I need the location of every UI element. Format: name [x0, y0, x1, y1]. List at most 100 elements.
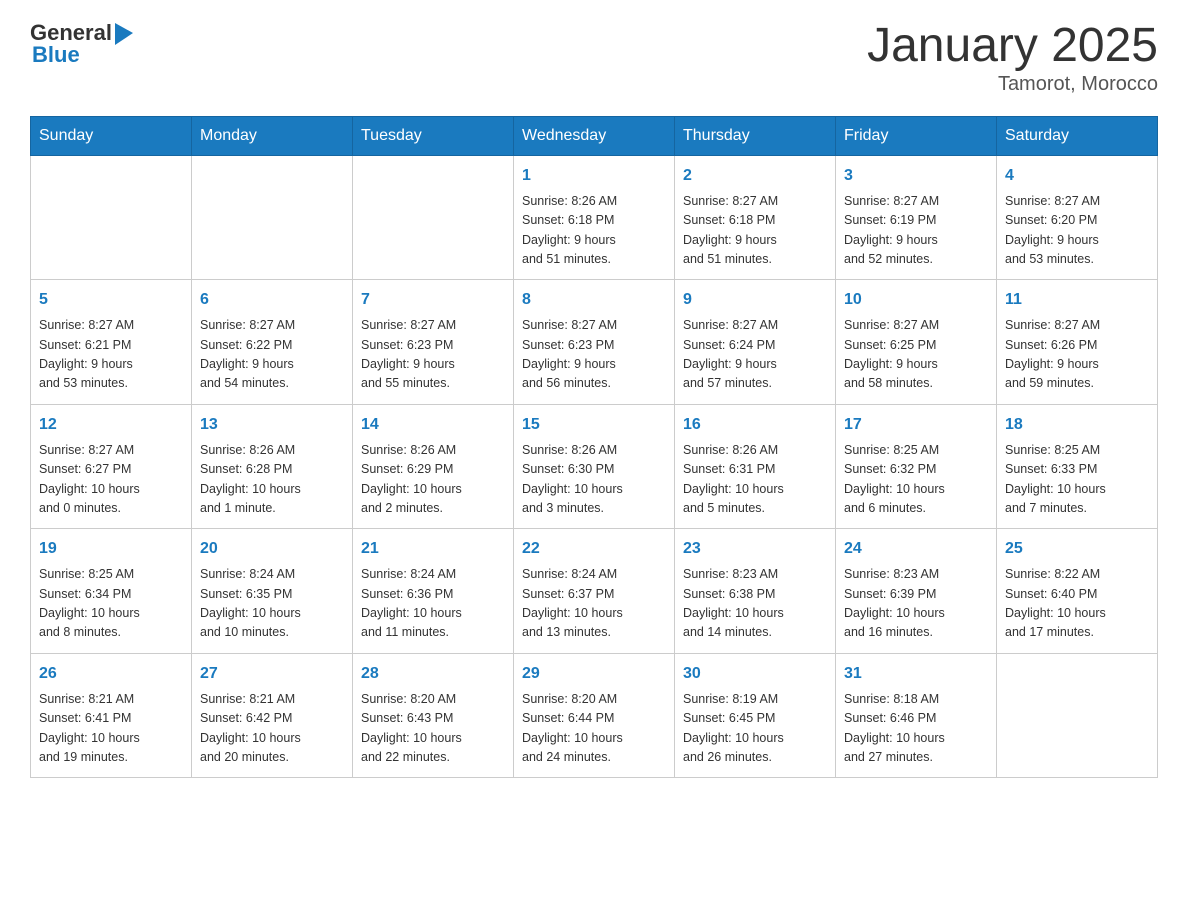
calendar-cell: 21Sunrise: 8:24 AM Sunset: 6:36 PM Dayli… — [353, 529, 514, 654]
weekday-header-saturday: Saturday — [997, 116, 1158, 155]
weekday-header-sunday: Sunday — [31, 116, 192, 155]
calendar-cell: 24 Sunrise: 8:23 AM Sunset: 6:39 PM Dayli… — [836, 529, 997, 654]
day-info: Sunrise: 8:27 AM Sunset: 6:26 PM Dayligh… — [1005, 316, 1149, 394]
day-number: 6 — [200, 288, 344, 312]
calendar-cell — [31, 155, 192, 280]
calendar-cell: 12Sunrise: 8:27 AM Sunset: 6:27 PM Dayli… — [31, 404, 192, 529]
day-number: 25 — [1005, 537, 1149, 561]
calendar-cell — [192, 155, 353, 280]
calendar-cell: 3 Sunrise: 8:27 AM Sunset: 6:19 PM Daylig… — [836, 155, 997, 280]
day-info: Sunrise: 8:25 AM Sunset: 6:34 PM Dayligh… — [39, 565, 183, 643]
calendar-cell: 25Sunrise: 8:22 AM Sunset: 6:40 PM Dayli… — [997, 529, 1158, 654]
calendar-cell: 6 Sunrise: 8:27 AM Sunset: 6:22 PM Daylig… — [192, 280, 353, 405]
day-info: Sunrise: 8:19 AM Sunset: 6:45 PM Dayligh… — [683, 690, 827, 768]
weekday-header-row: SundayMondayTuesdayWednesdayThursdayFrid… — [31, 116, 1158, 155]
calendar-cell: 22 Sunrise: 8:24 AM Sunset: 6:37 PM Dayli… — [514, 529, 675, 654]
weekday-header-wednesday: Wednesday — [514, 116, 675, 155]
day-info: Sunrise: 8:23 AM Sunset: 6:38 PM Dayligh… — [683, 565, 827, 643]
logo-blue: Blue — [32, 42, 80, 68]
day-number: 16 — [683, 413, 827, 437]
day-number: 22 — [522, 537, 666, 561]
day-info: Sunrise: 8:24 AM Sunset: 6:36 PM Dayligh… — [361, 565, 505, 643]
day-info: Sunrise: 8:27 AM Sunset: 6:27 PM Dayligh… — [39, 441, 183, 519]
calendar-cell: 30 Sunrise: 8:19 AM Sunset: 6:45 PM Dayli… — [675, 653, 836, 778]
calendar-subtitle: Tamorot, Morocco — [867, 73, 1158, 96]
calendar-cell — [997, 653, 1158, 778]
day-number: 29 — [522, 662, 666, 686]
calendar-week-row: 5Sunrise: 8:27 AM Sunset: 6:21 PM Daylig… — [31, 280, 1158, 405]
calendar-cell: 19 Sunrise: 8:25 AM Sunset: 6:34 PM Dayli… — [31, 529, 192, 654]
weekday-header-tuesday: Tuesday — [353, 116, 514, 155]
calendar-cell: 13 Sunrise: 8:26 AM Sunset: 6:28 PM Dayli… — [192, 404, 353, 529]
day-number: 19 — [39, 537, 183, 561]
day-info: Sunrise: 8:26 AM Sunset: 6:28 PM Dayligh… — [200, 441, 344, 519]
calendar-week-row: 1Sunrise: 8:26 AM Sunset: 6:18 PM Daylig… — [31, 155, 1158, 280]
day-number: 11 — [1005, 288, 1149, 312]
calendar-week-row: 26 Sunrise: 8:21 AM Sunset: 6:41 PM Dayli… — [31, 653, 1158, 778]
calendar-cell: 18 Sunrise: 8:25 AM Sunset: 6:33 PM Dayli… — [997, 404, 1158, 529]
day-number: 4 — [1005, 164, 1149, 188]
day-info: Sunrise: 8:26 AM Sunset: 6:30 PM Dayligh… — [522, 441, 666, 519]
calendar-cell: 26 Sunrise: 8:21 AM Sunset: 6:41 PM Dayli… — [31, 653, 192, 778]
day-number: 17 — [844, 413, 988, 437]
day-number: 5 — [39, 288, 183, 312]
calendar-cell: 11 Sunrise: 8:27 AM Sunset: 6:26 PM Dayli… — [997, 280, 1158, 405]
day-info: Sunrise: 8:27 AM Sunset: 6:24 PM Dayligh… — [683, 316, 827, 394]
day-info: Sunrise: 8:27 AM Sunset: 6:22 PM Dayligh… — [200, 316, 344, 394]
day-info: Sunrise: 8:27 AM Sunset: 6:25 PM Dayligh… — [844, 316, 988, 394]
calendar-cell: 17 Sunrise: 8:25 AM Sunset: 6:32 PM Dayli… — [836, 404, 997, 529]
calendar-week-row: 12Sunrise: 8:27 AM Sunset: 6:27 PM Dayli… — [31, 404, 1158, 529]
day-info: Sunrise: 8:21 AM Sunset: 6:41 PM Dayligh… — [39, 690, 183, 768]
day-number: 14 — [361, 413, 505, 437]
day-info: Sunrise: 8:25 AM Sunset: 6:33 PM Dayligh… — [1005, 441, 1149, 519]
logo-arrow-icon — [115, 23, 133, 45]
day-number: 13 — [200, 413, 344, 437]
day-info: Sunrise: 8:27 AM Sunset: 6:19 PM Dayligh… — [844, 192, 988, 270]
calendar-cell: 4 Sunrise: 8:27 AM Sunset: 6:20 PM Daylig… — [997, 155, 1158, 280]
calendar-cell: 15 Sunrise: 8:26 AM Sunset: 6:30 PM Dayli… — [514, 404, 675, 529]
day-number: 24 — [844, 537, 988, 561]
day-number: 8 — [522, 288, 666, 312]
day-number: 30 — [683, 662, 827, 686]
day-number: 26 — [39, 662, 183, 686]
calendar-cell: 14Sunrise: 8:26 AM Sunset: 6:29 PM Dayli… — [353, 404, 514, 529]
day-number: 15 — [522, 413, 666, 437]
calendar-title: January 2025 — [867, 20, 1158, 73]
day-info: Sunrise: 8:24 AM Sunset: 6:35 PM Dayligh… — [200, 565, 344, 643]
day-number: 20 — [200, 537, 344, 561]
day-number: 3 — [844, 164, 988, 188]
weekday-header-thursday: Thursday — [675, 116, 836, 155]
day-number: 2 — [683, 164, 827, 188]
day-info: Sunrise: 8:24 AM Sunset: 6:37 PM Dayligh… — [522, 565, 666, 643]
calendar-cell: 23 Sunrise: 8:23 AM Sunset: 6:38 PM Dayli… — [675, 529, 836, 654]
day-number: 18 — [1005, 413, 1149, 437]
calendar-cell — [353, 155, 514, 280]
page-header: General Blue January 2025 Tamorot, Moroc… — [30, 20, 1158, 96]
calendar-cell: 1Sunrise: 8:26 AM Sunset: 6:18 PM Daylig… — [514, 155, 675, 280]
day-info: Sunrise: 8:23 AM Sunset: 6:39 PM Dayligh… — [844, 565, 988, 643]
day-info: Sunrise: 8:27 AM Sunset: 6:18 PM Dayligh… — [683, 192, 827, 270]
calendar-cell: 16 Sunrise: 8:26 AM Sunset: 6:31 PM Dayli… — [675, 404, 836, 529]
day-info: Sunrise: 8:18 AM Sunset: 6:46 PM Dayligh… — [844, 690, 988, 768]
day-info: Sunrise: 8:27 AM Sunset: 6:23 PM Dayligh… — [361, 316, 505, 394]
day-info: Sunrise: 8:20 AM Sunset: 6:43 PM Dayligh… — [361, 690, 505, 768]
day-number: 23 — [683, 537, 827, 561]
calendar-cell: 7Sunrise: 8:27 AM Sunset: 6:23 PM Daylig… — [353, 280, 514, 405]
weekday-header-monday: Monday — [192, 116, 353, 155]
calendar-cell: 2 Sunrise: 8:27 AM Sunset: 6:18 PM Daylig… — [675, 155, 836, 280]
title-block: January 2025 Tamorot, Morocco — [867, 20, 1158, 96]
day-info: Sunrise: 8:27 AM Sunset: 6:23 PM Dayligh… — [522, 316, 666, 394]
calendar-cell: 8 Sunrise: 8:27 AM Sunset: 6:23 PM Daylig… — [514, 280, 675, 405]
calendar-cell: 10Sunrise: 8:27 AM Sunset: 6:25 PM Dayli… — [836, 280, 997, 405]
weekday-header-friday: Friday — [836, 116, 997, 155]
day-info: Sunrise: 8:26 AM Sunset: 6:31 PM Dayligh… — [683, 441, 827, 519]
day-info: Sunrise: 8:25 AM Sunset: 6:32 PM Dayligh… — [844, 441, 988, 519]
day-number: 27 — [200, 662, 344, 686]
day-info: Sunrise: 8:21 AM Sunset: 6:42 PM Dayligh… — [200, 690, 344, 768]
calendar-cell: 20 Sunrise: 8:24 AM Sunset: 6:35 PM Dayli… — [192, 529, 353, 654]
calendar-week-row: 19 Sunrise: 8:25 AM Sunset: 6:34 PM Dayli… — [31, 529, 1158, 654]
calendar-cell: 9Sunrise: 8:27 AM Sunset: 6:24 PM Daylig… — [675, 280, 836, 405]
day-info: Sunrise: 8:20 AM Sunset: 6:44 PM Dayligh… — [522, 690, 666, 768]
calendar-cell: 27 Sunrise: 8:21 AM Sunset: 6:42 PM Dayli… — [192, 653, 353, 778]
day-info: Sunrise: 8:27 AM Sunset: 6:20 PM Dayligh… — [1005, 192, 1149, 270]
